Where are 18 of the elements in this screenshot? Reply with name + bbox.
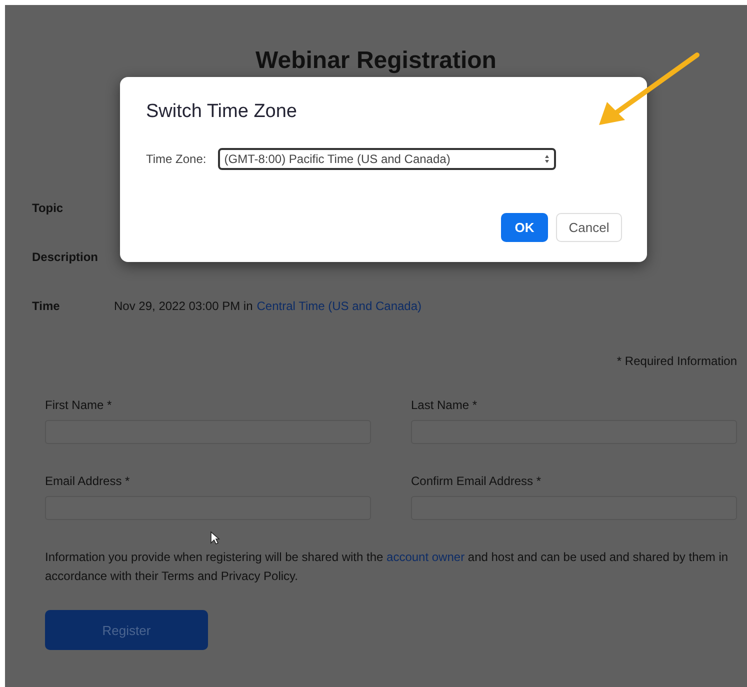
time-zone-select[interactable]: (GMT-8:00) Pacific Time (US and Canada) [218, 148, 556, 170]
field-label: First Name * [45, 398, 113, 412]
mouse-pointer-icon [210, 531, 220, 545]
detail-value: Nov 29, 2022 03:00 PM in [114, 298, 253, 312]
field-label: Confirm Email Address * [411, 474, 542, 488]
dialog-title: Switch Time Zone [146, 101, 298, 123]
time-zone-label: Time Zone: [146, 152, 206, 166]
required-note: * Required Information [616, 354, 737, 368]
page-title: Webinar Registration [254, 47, 498, 75]
cancel-button[interactable]: Cancel [556, 213, 622, 242]
ok-button[interactable]: OK [501, 213, 548, 242]
detail-label: Time [32, 298, 61, 312]
field-label: Email Address * [45, 474, 131, 488]
field-label: Last Name * [411, 398, 478, 412]
updown-caret-icon [544, 154, 550, 164]
detail-label: Description [32, 250, 100, 264]
privacy-notice: Information you provide when registering will be shared with the account owner and host and can be used and shared by them in accordance with their Terms and Privacy Policy. [45, 549, 730, 585]
detail-label: Topic [32, 200, 64, 214]
